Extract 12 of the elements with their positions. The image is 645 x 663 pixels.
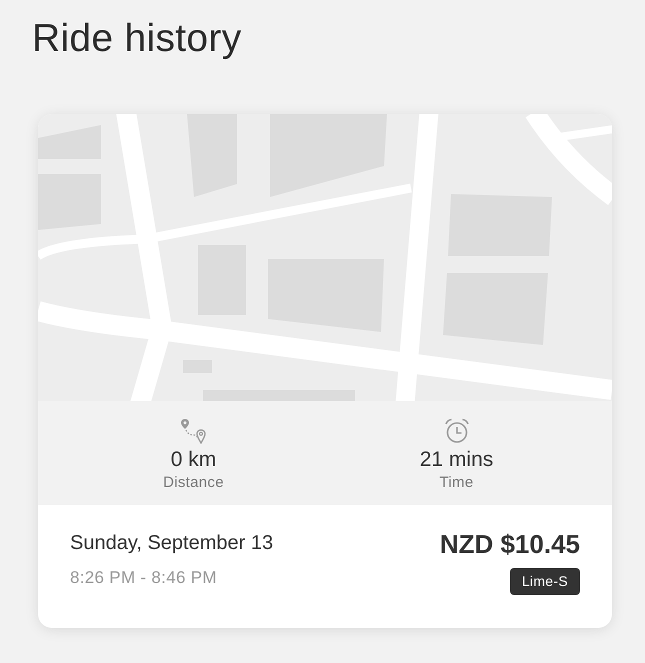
ride-time-range: 8:26 PM - 8:46 PM [70,567,218,589]
stat-label: Time [440,473,474,493]
alarm-clock-icon [444,418,470,444]
stat-value: 0 km [170,447,216,473]
ride-card[interactable]: 0 km Distance 21 mins Time Sunday, September 13 8:26 PM - 8:46 PM NZD $10.45 Lime-S [38,114,612,628]
vehicle-tag: Lime-S [510,568,580,595]
stat-value: 21 mins [420,447,494,473]
ride-date: Sunday, September 13 [70,531,274,556]
page-title: Ride history [32,16,242,62]
route-pins-icon [180,418,208,444]
stat-label: Distance [163,473,224,493]
ride-price: NZD $10.45 [440,529,580,559]
